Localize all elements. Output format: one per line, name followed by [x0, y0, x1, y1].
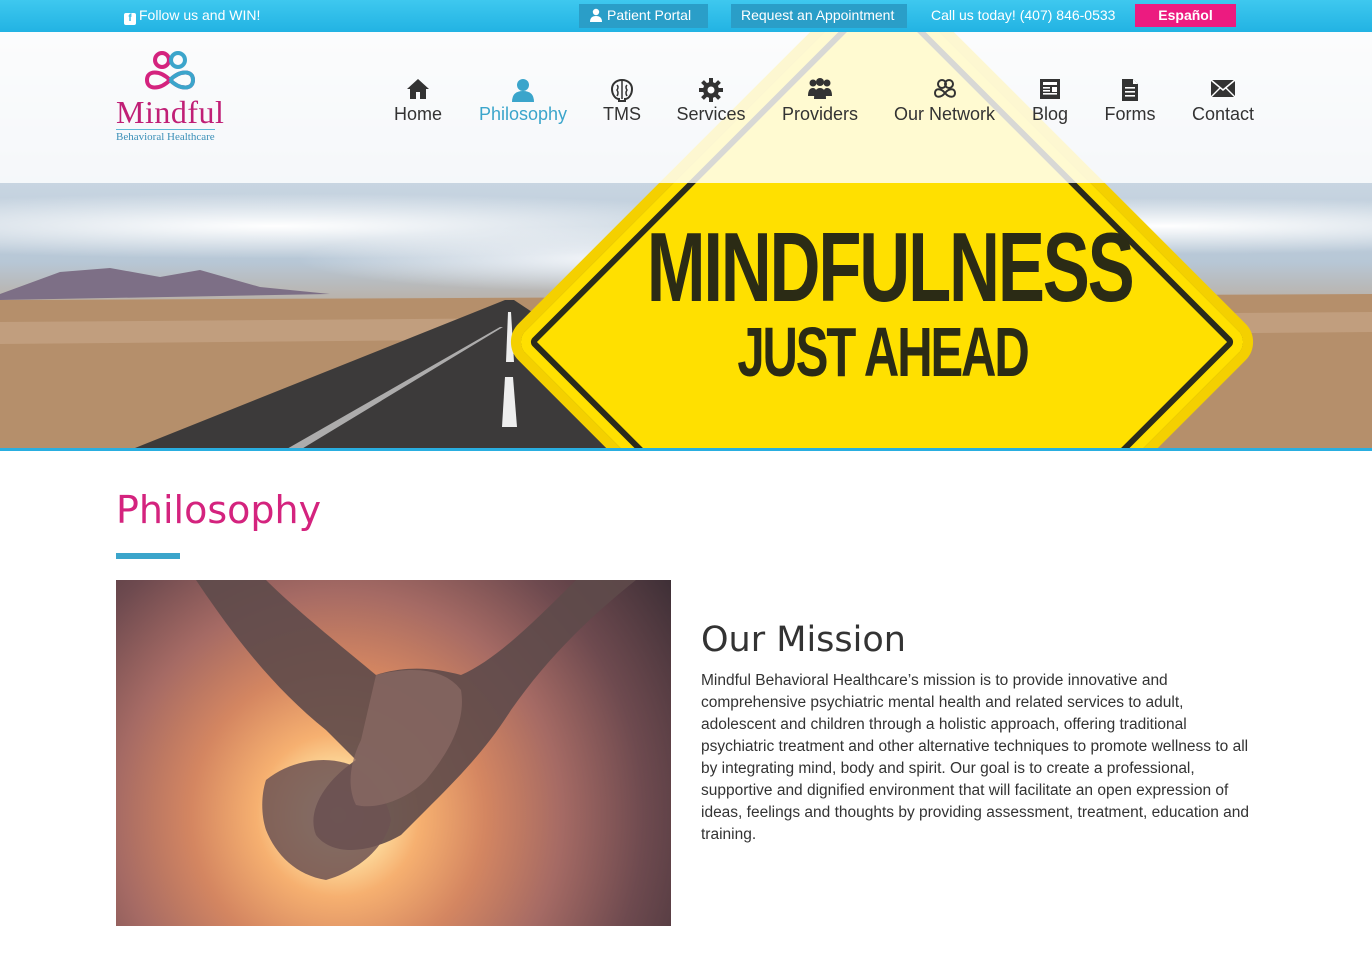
logo-name: Mindful	[116, 94, 225, 130]
nav-tms-label: TMS	[603, 104, 641, 124]
home-icon	[407, 79, 429, 99]
nav-forms[interactable]: Forms	[1103, 78, 1157, 125]
nav-blog[interactable]: Blog	[1030, 78, 1070, 125]
sign-text: MINDFULNESS JUST AHEAD	[555, 217, 1210, 387]
logo-mark-icon	[144, 51, 196, 90]
nav-forms-label: Forms	[1104, 104, 1156, 124]
handshake-image	[116, 580, 671, 926]
nav-home[interactable]: Home	[393, 78, 443, 125]
nav-blog-label: Blog	[1031, 104, 1069, 124]
network-icon	[933, 79, 956, 98]
document-icon	[1122, 79, 1138, 101]
nav-philosophy[interactable]: Philosophy	[477, 78, 569, 125]
patient-portal-label: Patient Portal	[607, 7, 692, 23]
title-underline	[116, 553, 180, 559]
nav-contact-label: Contact	[1191, 104, 1255, 124]
nav-our-network[interactable]: Our Network	[892, 78, 997, 125]
sign-line-2: JUST AHEAD	[737, 313, 1029, 391]
request-appointment-button[interactable]: Request an Appointment	[731, 4, 907, 28]
nav-providers[interactable]: Providers	[780, 78, 860, 125]
nav-contact[interactable]: Contact	[1190, 78, 1256, 125]
mission-text: Mindful Behavioral Healthcare’s mission …	[701, 672, 1250, 843]
gear-icon	[699, 78, 723, 102]
nav-providers-label: Providers	[781, 104, 859, 124]
brain-icon	[610, 78, 634, 102]
nav-our-network-label: Our Network	[893, 104, 996, 124]
call-us-label: Call us today! (407) 846-0533	[931, 7, 1116, 23]
top-bar: f Follow us and WIN! Patient Portal Reque…	[0, 0, 1372, 32]
nav-services[interactable]: Services	[675, 78, 747, 125]
request-appointment-label: Request an Appointment	[741, 7, 895, 23]
user-icon	[512, 79, 534, 102]
nav-home-label: Home	[393, 104, 442, 124]
user-icon	[590, 8, 602, 22]
facebook-icon: f	[124, 13, 136, 25]
handshake-silhouette	[196, 580, 636, 880]
espanol-button[interactable]: Español	[1135, 4, 1236, 27]
hero-divider	[0, 448, 1372, 451]
sign-line-1: MINDFULNESS	[646, 212, 1135, 322]
logo-subtitle: Behavioral Healthcare	[116, 129, 215, 143]
espanol-label: Español	[1158, 7, 1213, 23]
envelope-icon	[1210, 79, 1236, 98]
patient-portal-button[interactable]: Patient Portal	[579, 4, 708, 28]
group-icon	[808, 78, 832, 99]
call-us-phone[interactable]: Call us today! (407) 846-0533	[931, 0, 1115, 32]
newspaper-icon	[1040, 79, 1060, 99]
site-logo[interactable]: Mindful Behavioral Healthcare	[116, 46, 226, 146]
nav-tms[interactable]: TMS	[601, 78, 643, 125]
nav-services-label: Services	[676, 104, 746, 124]
mission-title: Our Mission	[701, 620, 906, 660]
nav-philosophy-label: Philosophy	[478, 104, 568, 124]
follow-us-label: Follow us and WIN!	[139, 7, 261, 23]
follow-us-link[interactable]: f Follow us and WIN!	[124, 0, 260, 32]
page-title: Philosophy	[116, 488, 322, 532]
